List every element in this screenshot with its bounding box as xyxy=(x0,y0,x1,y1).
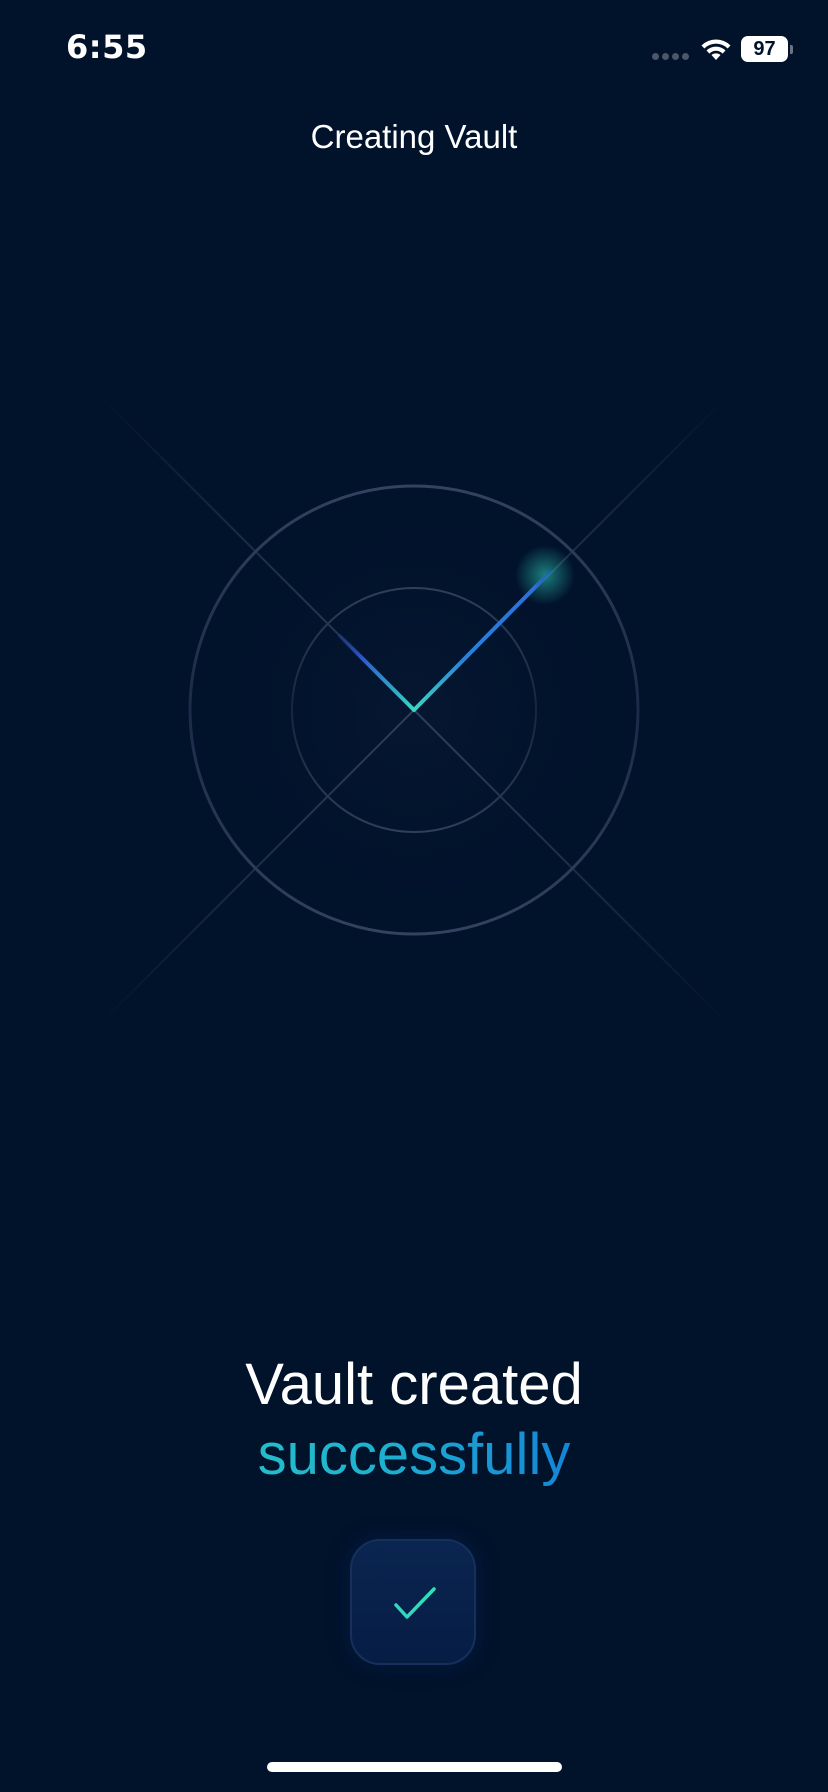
success-message-line2: successfully xyxy=(0,1420,828,1490)
vault-created-screen: 6:55 97 Creating Vault Vault created suc… xyxy=(0,0,828,1792)
wifi-icon xyxy=(701,39,731,60)
status-bar: 6:55 97 xyxy=(0,0,828,100)
status-time: 6:55 xyxy=(66,28,148,66)
confirm-button[interactable] xyxy=(350,1539,476,1665)
battery-level: 97 xyxy=(753,38,776,60)
battery-cap xyxy=(790,45,793,54)
home-indicator[interactable] xyxy=(267,1762,562,1772)
cellular-signal-icon xyxy=(652,53,690,61)
success-message-line1: Vault created xyxy=(245,1352,583,1417)
page-title: Creating Vault xyxy=(310,118,518,155)
success-message: Vault created successfully xyxy=(0,1350,828,1490)
checkmark-icon xyxy=(394,1587,436,1619)
vault-checkmark-illustration xyxy=(99,395,729,1025)
battery-icon: 97 xyxy=(741,36,788,62)
